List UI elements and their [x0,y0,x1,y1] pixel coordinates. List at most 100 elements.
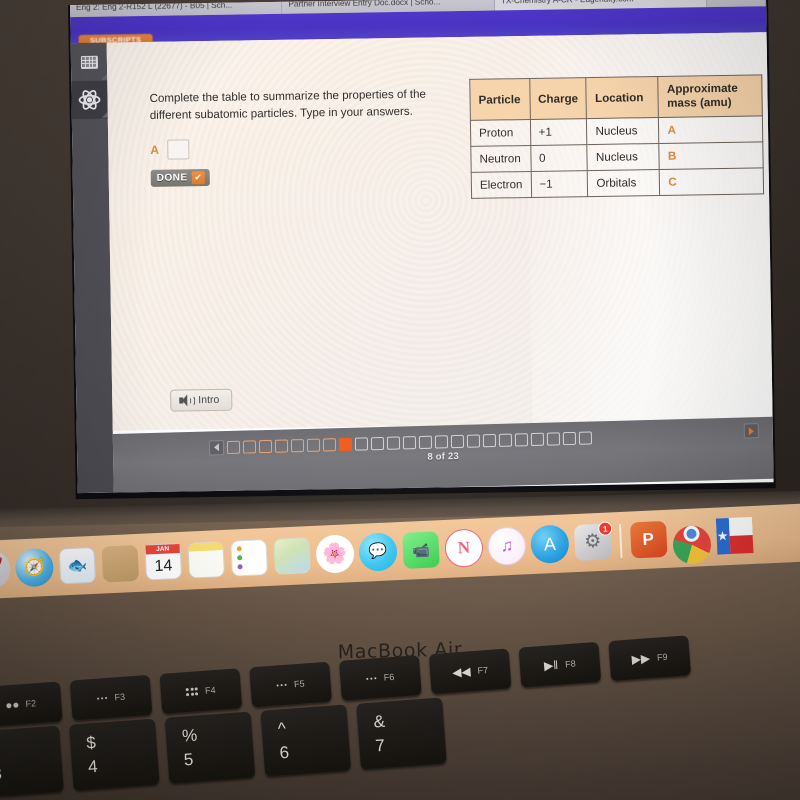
play-pause-icon: ▶‖ [543,657,559,673]
keyboard-backlight-up-icon [366,676,377,681]
key-symbol: $ [85,732,97,753]
dock-item-news[interactable]: N [444,528,484,568]
progress-pip-5[interactable] [290,438,305,452]
key-5[interactable]: % 5 [164,711,256,784]
sidebar-item-calculator[interactable] [71,43,108,82]
cell-charge-proton: +1 [529,118,588,146]
dock-item-texas-app[interactable]: ★ [714,516,754,556]
dock-item-app-store[interactable]: A [530,524,570,565]
question-prompt: Complete the table to summarize the prop… [149,87,427,122]
mission-control-icon [97,696,108,700]
dock-item-maps[interactable] [272,536,312,576]
key-label: F5 [293,678,305,690]
key-4[interactable]: $4 [68,718,160,791]
answer-blank-row: A [150,139,190,160]
dock-item-messages[interactable]: 💬 [358,532,398,572]
progress-pip-14[interactable] [434,434,449,449]
cell-mass-neutron-blank-b[interactable]: B [659,141,764,170]
dock-item-chrome[interactable] [671,518,712,565]
dock-item-launchpad[interactable]: 🚀 [0,549,12,590]
key-3[interactable]: #3 [0,725,64,798]
speech-bubble-icon: 💬 [358,532,398,572]
answer-input-a[interactable] [166,139,190,160]
key-f2[interactable]: F2 [0,681,63,728]
progress-pip-13[interactable] [418,435,433,449]
laptop-screen: Eng 2: Eng 2-R152 L (22677) - B05 | Sch.… [0,0,800,518]
pinwheel-icon: 🌸 [315,534,355,574]
key-6[interactable]: ^ 6 [260,704,352,777]
key-f5[interactable]: F5 [249,661,332,708]
dock-item-facetime[interactable]: 📹 [401,530,441,570]
dock-item-mail[interactable]: 🐟 [57,546,97,586]
cell-mass-electron-blank-c[interactable]: C [659,167,765,196]
dock-item-safari[interactable]: 🧭 [14,547,55,588]
key-label: F9 [656,651,668,663]
progress-pip-10[interactable] [370,436,385,450]
dock-item-notes[interactable] [186,540,226,580]
done-button[interactable]: DONE ✔ [150,169,210,187]
dock-item-itunes[interactable]: ♫ [487,526,527,566]
key-f4[interactable]: F4 [159,668,243,714]
dock-item-contacts[interactable] [100,544,140,584]
notes-icon [187,541,225,579]
rewind-icon: ◀◀ [451,664,472,680]
calendar-icon: JAN 14 [144,542,183,581]
map-icon [273,537,311,575]
brightness-down-icon [6,701,19,708]
progress-pip-15[interactable] [450,434,465,448]
powerpoint-p-icon: P [629,520,668,559]
sidebar-item-periodic-table[interactable] [71,80,108,120]
progress-pip-3[interactable] [258,439,273,453]
key-label: F8 [564,658,577,670]
cell-location-electron: Orbitals [587,169,661,197]
th-particle: Particle [469,78,530,121]
progress-pip-16[interactable] [466,433,481,448]
progress-pip-8[interactable] [338,437,353,451]
intro-audio-button[interactable]: Intro [170,388,233,412]
progress-pip-22[interactable] [562,431,577,445]
key-f7[interactable]: ◀◀ F7 [428,648,512,695]
progress-pip-2[interactable] [242,439,257,454]
subatomic-properties-table: Particle Charge Location Approximate mas… [469,74,765,199]
reminders-icon [230,539,268,577]
cell-mass-proton-blank-a[interactable]: A [658,115,764,144]
key-symbol: & [372,711,386,732]
progress-pip-23[interactable] [578,430,592,445]
previous-question-button[interactable] [208,439,225,456]
progress-pip-12[interactable] [402,435,417,449]
progress-pip-20[interactable] [530,432,545,446]
cell-particle-proton: Proton [470,119,531,147]
key-f8[interactable]: ▶‖ F8 [518,641,602,688]
video-camera-icon: 📹 [402,531,440,569]
progress-pip-4[interactable] [274,438,289,453]
rocket-icon: 🚀 [0,549,12,590]
key-f3[interactable]: F3 [69,674,153,721]
progress-pip-11[interactable] [386,436,401,450]
dock-item-reminders[interactable] [229,538,269,578]
cell-location-proton: Nucleus [586,117,660,145]
next-question-button[interactable] [743,423,759,439]
dock-item-photos[interactable]: 🌸 [315,534,355,574]
progress-pip-6[interactable] [306,438,321,452]
chrome-icon [671,524,712,565]
key-7[interactable]: & 7 [356,697,447,770]
progress-pip-1[interactable] [226,440,241,454]
progress-pip-21[interactable] [546,431,561,446]
key-digit: 3 [0,763,3,784]
texas-flag-icon: ★ [715,517,753,555]
key-digit: 5 [183,749,194,770]
table-row: Electron −1 Orbitals C [471,167,765,199]
progress-pip-7[interactable] [322,437,337,452]
cell-charge-electron: −1 [530,170,589,198]
progress-pip-9[interactable] [354,436,369,451]
progress-pip-17[interactable] [482,433,497,447]
dock-item-system-preferences[interactable]: ⚙ 1 [573,521,613,562]
dock-item-calendar[interactable]: JAN 14 [143,542,183,582]
key-label: F3 [114,691,126,703]
progress-pip-18[interactable] [498,433,513,447]
progress-pip-19[interactable] [514,432,529,446]
dock-item-powerpoint[interactable]: P [628,520,668,560]
key-f6[interactable]: F6 [339,655,422,701]
key-f9[interactable]: ▶▶ F9 [608,635,691,682]
atom-icon [78,90,101,110]
